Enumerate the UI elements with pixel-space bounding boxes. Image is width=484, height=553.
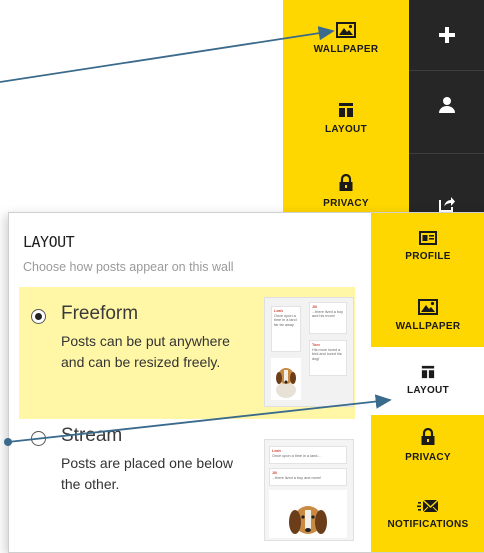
option-name: Stream	[61, 425, 123, 446]
stream-radio[interactable]	[31, 431, 46, 446]
top-sidebar-item-layout[interactable]: LAYOUT	[283, 102, 409, 135]
stream-thumbnail: Leah Once upon a time in a land... Jill …	[264, 439, 354, 541]
notifications-icon	[417, 499, 439, 513]
layout-panel-sidebar: PROFILE WALLPAPER LAYOUT PRIVACY NOTIFIC…	[371, 213, 484, 552]
sidebar-item-wallpaper[interactable]: WALLPAPER	[371, 299, 484, 332]
share-icon	[438, 197, 455, 212]
top-sidebar-item-privacy[interactable]: PRIVACY	[283, 174, 409, 209]
layout-option-stream[interactable]: Stream Posts are placed one below the ot…	[19, 409, 355, 549]
panel-subtitle: Choose how posts appear on this wall	[23, 260, 234, 274]
option-description: Posts are placed one below the other.	[61, 455, 233, 492]
add-button[interactable]	[409, 26, 484, 44]
share-button[interactable]	[409, 196, 484, 212]
layout-panel: LAYOUT Choose how posts appear on this w…	[8, 212, 484, 553]
thumbnail-note: Leah Once upon a time in a land far far …	[271, 306, 301, 352]
plus-icon	[438, 27, 455, 43]
freeform-radio[interactable]	[31, 309, 46, 324]
top-sidebar-label: WALLPAPER	[313, 44, 379, 55]
sidebar-item-label: LAYOUT	[407, 385, 449, 396]
sidebar-item-label: WALLPAPER	[395, 321, 461, 332]
thumbnail-note: Jill ...there lived a boy and his mom!	[309, 302, 347, 334]
panel-title: LAYOUT	[23, 233, 75, 251]
sidebar-item-label: PROFILE	[405, 251, 451, 262]
profile-card-icon	[419, 231, 437, 245]
sidebar-item-privacy[interactable]: PRIVACY	[371, 428, 484, 463]
freeform-thumbnail: Leah Once upon a time in a land far far …	[264, 297, 354, 407]
top-sidebar-item-wallpaper[interactable]: WALLPAPER	[283, 22, 409, 55]
top-sidebar-label: PRIVACY	[323, 198, 369, 209]
divider	[409, 70, 484, 71]
sidebar-item-label: PRIVACY	[405, 452, 451, 463]
image-icon	[336, 22, 356, 38]
lock-icon	[421, 428, 435, 445]
divider	[409, 153, 484, 154]
top-sidebar-label: LAYOUT	[325, 124, 367, 135]
thumbnail-note: Leah Once upon a time in a land...	[269, 446, 347, 464]
thumbnail-note: Jill ...there lived a boy and mom!	[269, 468, 347, 486]
sidebar-item-layout[interactable]: LAYOUT	[371, 347, 484, 415]
layout-icon	[339, 103, 353, 117]
sidebar-item-profile[interactable]: PROFILE	[371, 231, 484, 262]
layout-icon	[421, 365, 435, 379]
option-name: Freeform	[61, 303, 139, 324]
sidebar-item-notifications[interactable]: NOTIFICATIONS	[371, 499, 484, 530]
thumbnail-note: Tom His mom loved a bird and loved his d…	[309, 340, 347, 376]
user-icon	[438, 97, 455, 113]
image-icon	[418, 299, 438, 315]
dog-photo	[269, 490, 347, 538]
sidebar-item-label: NOTIFICATIONS	[387, 519, 469, 530]
lock-icon	[339, 174, 353, 191]
top-sidebar: WALLPAPER LAYOUT PRIVACY	[283, 0, 409, 232]
option-description: Posts can be put anywhere and can be res…	[61, 333, 230, 370]
top-dark-toolbar	[409, 0, 484, 232]
layout-option-freeform[interactable]: Freeform Posts can be put anywhere and c…	[19, 287, 355, 419]
dog-photo	[271, 358, 301, 400]
user-button[interactable]	[409, 96, 484, 114]
